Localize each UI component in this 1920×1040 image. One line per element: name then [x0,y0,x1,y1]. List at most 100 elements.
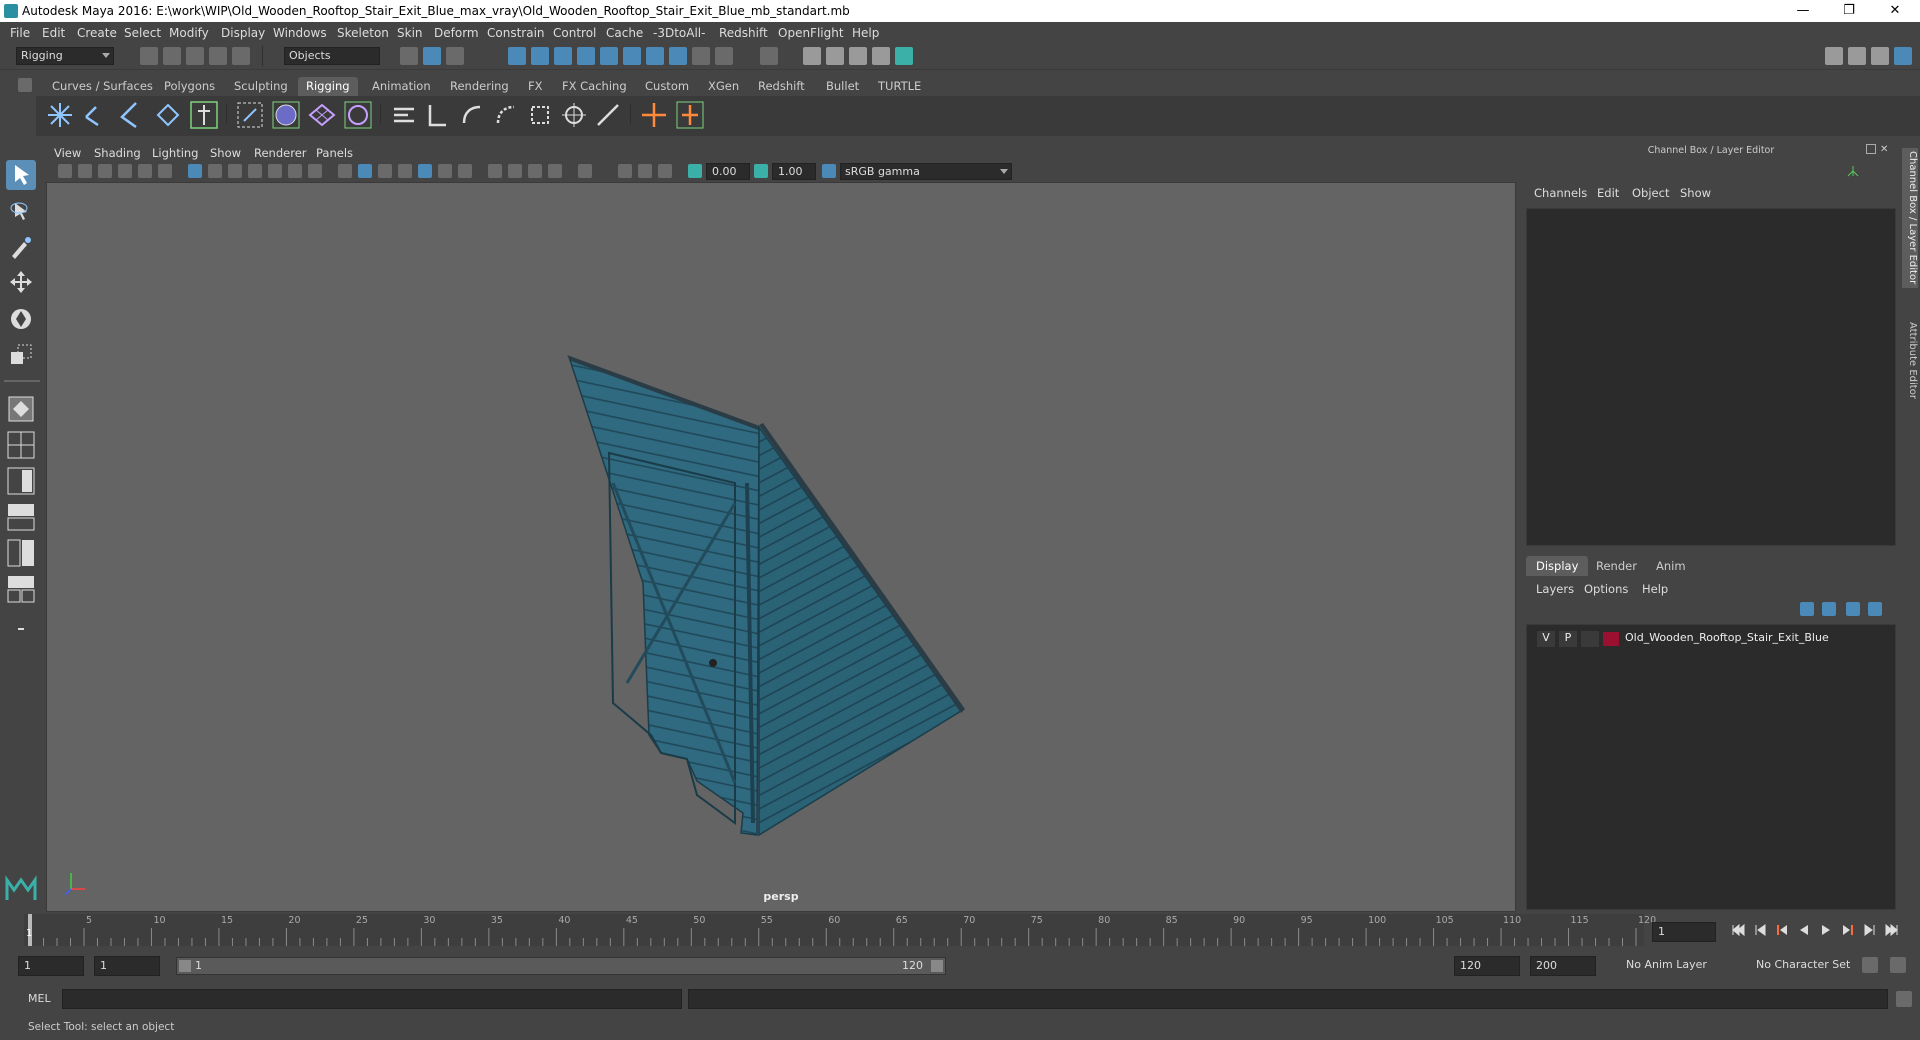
open-scene-icon[interactable] [163,47,181,65]
range-end-handle[interactable] [931,960,943,972]
rotate-tool-icon[interactable] [6,304,36,334]
play-backward-icon[interactable] [1796,922,1812,938]
select-camera-icon[interactable] [578,164,592,178]
menu-edit[interactable]: Edit [42,22,65,44]
side-tab-attribute-editor[interactable]: Attribute Editor [1902,310,1918,410]
input-ops-icon[interactable] [760,47,778,65]
close-button[interactable]: ✕ [1872,0,1918,22]
construction-history-icon[interactable] [715,47,733,65]
layer-playback-toggle[interactable]: P [1559,631,1577,647]
panel-menu-lighting[interactable]: Lighting [152,146,198,160]
shelf-tab-fx-caching[interactable]: FX Caching [554,77,635,96]
side-tab-channel-box[interactable]: Channel Box / Layer Editor [1902,148,1918,288]
graph-layout-icon[interactable] [6,574,36,604]
menu-display[interactable]: Display [221,22,265,44]
pole-vector-icon[interactable] [592,99,624,131]
frame-selection-icon[interactable] [638,164,652,178]
shadows-icon[interactable] [438,164,452,178]
xray-joints-icon[interactable] [528,164,542,178]
minimize-button[interactable]: — [1780,0,1826,22]
layer-color-swatch[interactable] [1603,632,1619,646]
play-forward-icon[interactable] [1818,922,1834,938]
gate-mask-icon[interactable] [248,164,262,178]
shelf-tab-fx[interactable]: FX [520,77,551,96]
aim-constraint-icon[interactable] [558,99,590,131]
go-to-start-icon[interactable] [1730,922,1746,938]
step-back-key-icon[interactable] [1774,922,1790,938]
ik-spline-icon[interactable] [116,99,148,131]
toolbox-more-icon[interactable] [6,614,36,644]
script-editor-icon[interactable] [1896,991,1912,1007]
animation-end-field[interactable]: 200 [1530,956,1596,976]
four-view-layout-icon[interactable] [6,430,36,460]
insert-joint-icon[interactable] [152,99,184,131]
shelf-tab-bullet[interactable]: Bullet [818,77,867,96]
panel-menu-view[interactable]: View [54,146,81,160]
save-scene-icon[interactable] [186,47,204,65]
menu-help[interactable]: Help [852,22,879,44]
menu-redshift[interactable]: Redshift [719,22,768,44]
joint-tool-icon[interactable] [44,99,76,131]
playback-end-field[interactable]: 120 [1454,956,1520,976]
channel-box-area[interactable] [1526,208,1896,546]
attribute-editor-toggle-icon[interactable] [1848,47,1866,65]
lattice-icon[interactable] [306,99,338,131]
menu-create[interactable]: Create [77,22,117,44]
command-language-label[interactable]: MEL [28,992,51,1005]
ik-handle-icon[interactable] [80,99,112,131]
field-chart-icon[interactable] [268,164,282,178]
menu-select[interactable]: Select [124,22,161,44]
layer-tab-display[interactable]: Display [1526,556,1589,576]
step-back-icon[interactable] [1752,922,1768,938]
isolate-select-icon[interactable] [488,164,502,178]
layer-reference-toggle[interactable] [1581,631,1599,647]
character-set-dropdown[interactable]: No Character Set [1752,957,1870,975]
viewport-persp[interactable]: persp [46,182,1516,912]
camera-attrs-icon[interactable] [78,164,92,178]
menuset-dropdown[interactable]: Rigging [16,47,114,65]
shelf-tab-turtle[interactable]: TURTLE [870,77,929,96]
cluster-icon[interactable] [674,99,706,131]
command-input[interactable] [62,989,682,1009]
scale-tool-icon[interactable] [6,340,36,370]
render-settings-icon[interactable] [872,47,890,65]
stair-exit-model[interactable] [567,355,965,837]
snap-live-icon[interactable] [600,47,618,65]
layer-menu-options[interactable]: Options [1584,582,1628,596]
move-tool-icon[interactable] [6,268,36,298]
shelf-tab-rigging[interactable]: Rigging [298,77,358,96]
panel-menu-show[interactable]: Show [210,146,241,160]
select-component-icon[interactable] [446,47,464,65]
cb-menu-channels[interactable]: Channels [1534,186,1587,200]
shelf-tab-redshift[interactable]: Redshift [750,77,813,96]
anim-layer-dropdown[interactable]: No Anim Layer [1622,957,1740,975]
frame-all-icon[interactable] [618,164,632,178]
shelf-tab-polygons[interactable]: Polygons [156,77,223,96]
show-manipulator-icon[interactable] [6,394,36,424]
gamma-icon[interactable] [754,164,768,178]
symmetry-icon[interactable] [669,47,687,65]
move-layer-up-icon[interactable] [1800,602,1814,616]
bookmark-icon[interactable] [98,164,112,178]
exposure-icon[interactable] [688,164,702,178]
auto-key-icon[interactable] [1862,957,1878,973]
smooth-shade-icon[interactable] [358,164,372,178]
current-frame-field[interactable]: 1 [1652,922,1716,942]
selection-mode-dropdown[interactable]: Objects [284,47,380,65]
resolution-gate-icon[interactable] [228,164,242,178]
wireframe-icon[interactable] [338,164,352,178]
animation-preferences-icon[interactable] [1890,957,1906,973]
range-start-handle[interactable] [179,960,191,972]
undo-icon[interactable] [209,47,227,65]
xray-icon[interactable] [508,164,522,178]
bind-skin-icon[interactable] [234,99,266,131]
go-to-end-icon[interactable] [1884,922,1900,938]
snap-grid-icon[interactable] [508,47,526,65]
snap-face-icon[interactable] [646,47,664,65]
parent-constraint-icon[interactable] [422,99,454,131]
layer-menu-help[interactable]: Help [1642,582,1668,596]
new-layer-selected-icon[interactable] [1868,602,1882,616]
film-gate-icon[interactable] [208,164,222,178]
safe-action-icon[interactable] [288,164,302,178]
wireframe-on-shaded-icon[interactable] [378,164,392,178]
